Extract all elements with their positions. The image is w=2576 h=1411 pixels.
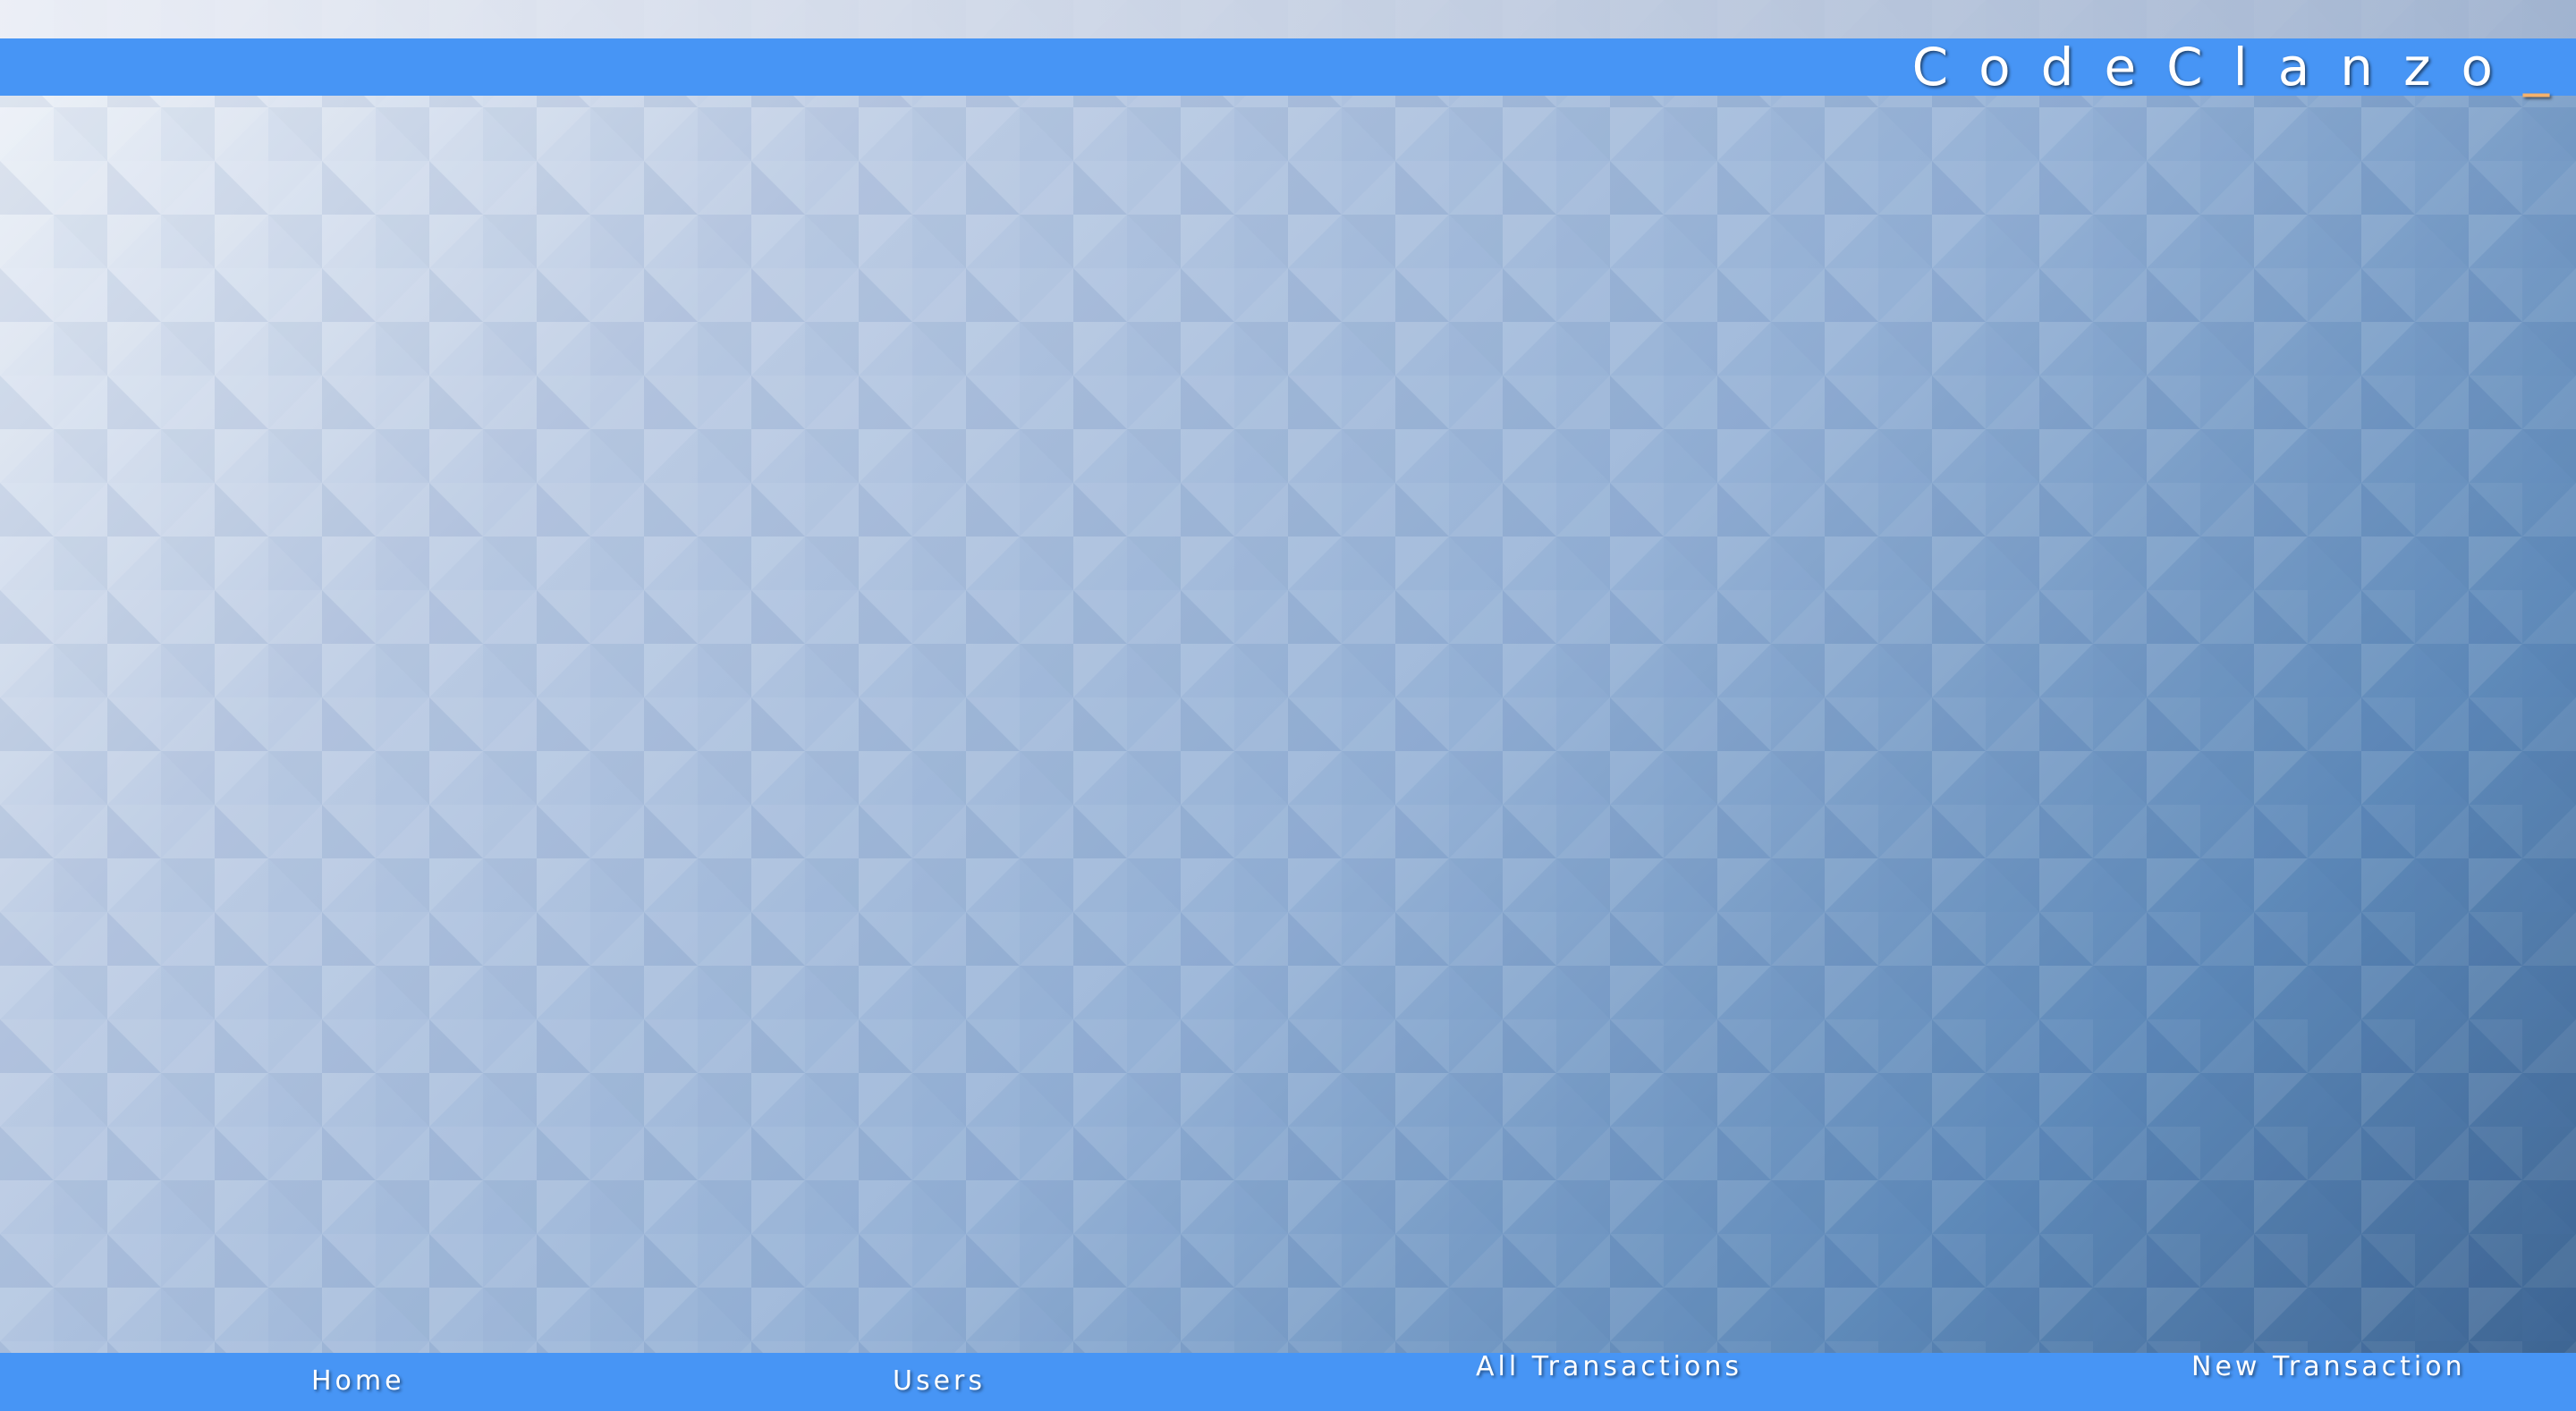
nav-all-transactions-link[interactable]: All Transactions [1476,1353,1762,1381]
footer-nav: Home Users All Transactions New Transact… [0,1353,2576,1411]
background-pattern [0,0,2576,1411]
brand-name: CodeClanzo [1911,37,2523,97]
brand-logo[interactable]: CodeClanzo_ [1912,38,2549,96]
brand-cursor: _ [2523,37,2549,97]
nav-new-transaction-link[interactable]: New Transaction [2191,1353,2478,1381]
top-strip [0,0,2576,38]
header-bar: CodeClanzo_ [0,38,2576,96]
nav-users-link[interactable]: Users [893,1367,986,1396]
nav-home-link[interactable]: Home [311,1367,405,1396]
